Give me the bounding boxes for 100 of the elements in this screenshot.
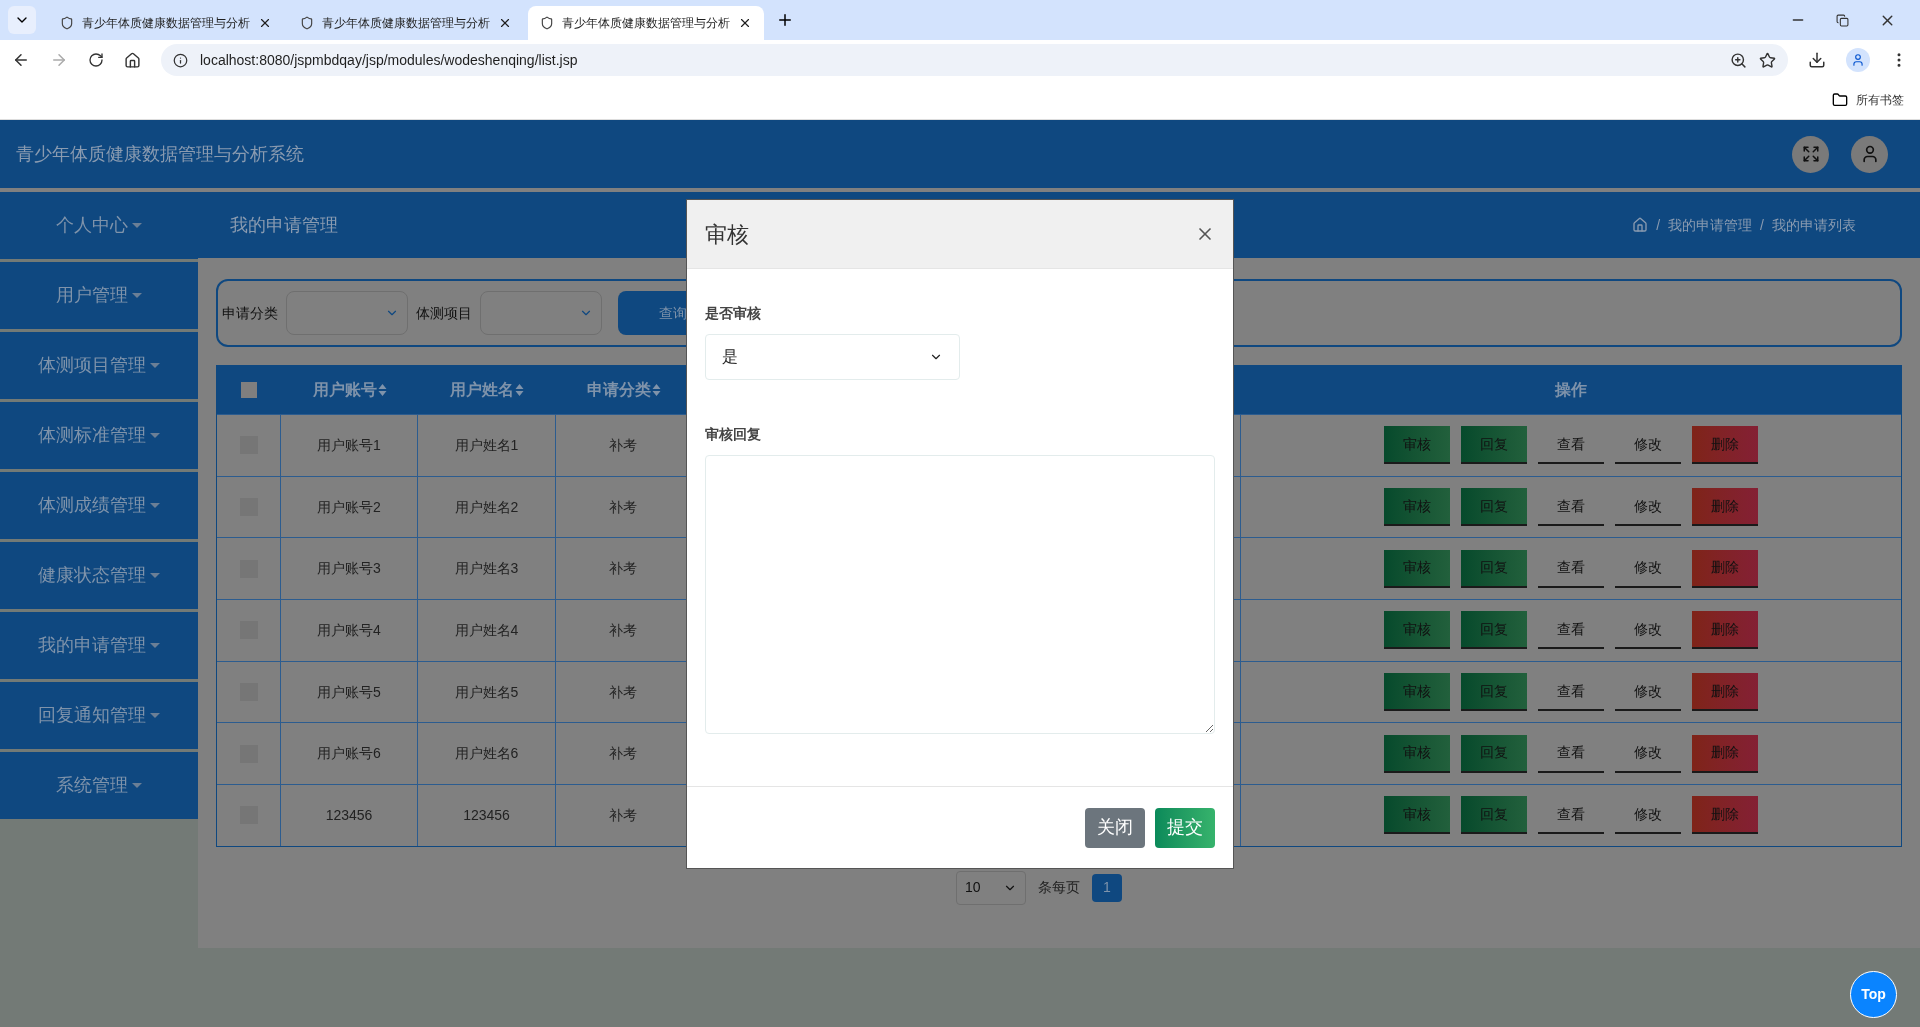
browser-tab[interactable]: 青少年体质健康数据管理与分析 [528, 6, 764, 40]
shield-icon [540, 16, 554, 30]
action-button[interactable]: 审核 [1384, 734, 1450, 773]
expand-icon [1801, 145, 1820, 163]
column-header[interactable]: 申请分类 [586, 378, 651, 402]
tab-search-button[interactable] [8, 6, 36, 34]
table-cell-text: 补考 [609, 744, 637, 764]
action-button[interactable]: 审核 [1384, 796, 1450, 835]
table-cell-text: 用户姓名4 [454, 620, 519, 640]
browser-tab[interactable]: 青少年体质健康数据管理与分析 [48, 6, 284, 40]
action-button[interactable]: 查看 [1538, 549, 1604, 588]
caret-icon [150, 503, 160, 508]
caret-icon [132, 293, 142, 298]
profile-icon[interactable] [1846, 48, 1870, 72]
action-button[interactable]: 审核 [1384, 611, 1450, 650]
new-tab-icon[interactable] [776, 11, 794, 29]
action-button[interactable]: 查看 [1538, 734, 1604, 773]
download-icon[interactable] [1808, 51, 1826, 69]
url-text: localhost:8080/jspmbdqay/jsp/modules/wodeshenqing/list.jsp [200, 50, 579, 70]
table-cell-text: 123456 [325, 805, 373, 825]
action-button[interactable]: 删除 [1692, 673, 1758, 712]
action-button[interactable]: 修改 [1615, 426, 1681, 465]
modal-title: 审核 [705, 220, 749, 249]
folder-icon[interactable] [1832, 91, 1848, 108]
action-button[interactable]: 查看 [1538, 673, 1604, 712]
info-icon[interactable] [173, 52, 188, 68]
page-button[interactable]: 1 [1092, 873, 1122, 902]
sort-icon[interactable] [377, 383, 387, 397]
close-icon[interactable] [738, 16, 752, 30]
breadcrumb-separator: / [1656, 215, 1661, 235]
close-icon[interactable] [258, 16, 272, 30]
back-icon[interactable] [12, 51, 30, 69]
page-size-select[interactable]: 10 [956, 870, 1026, 905]
action-button[interactable]: 审核 [1384, 426, 1450, 465]
action-button[interactable]: 审核 [1384, 488, 1450, 527]
table-cell-text: 用户姓名6 [454, 744, 519, 764]
sidebar-item[interactable]: 体测成绩管理 [0, 472, 198, 539]
action-button[interactable]: 删除 [1692, 611, 1758, 650]
action-button[interactable]: 查看 [1538, 796, 1604, 835]
sidebar-item[interactable]: 体测项目管理 [0, 332, 198, 399]
action-button[interactable]: 删除 [1692, 426, 1758, 465]
action-button[interactable]: 查看 [1538, 426, 1604, 465]
table-cell-text: 用户账号4 [317, 620, 381, 640]
address-bar[interactable]: localhost:8080/jspmbdqay/jsp/modules/wodeshenqing/list.jsp [161, 44, 1788, 76]
breadcrumb-link[interactable]: 我的申请管理 [1668, 214, 1753, 236]
close-icon[interactable] [498, 16, 512, 30]
action-button[interactable]: 修改 [1615, 488, 1681, 527]
caret-icon [150, 363, 160, 368]
browser-tab[interactable]: 青少年体质健康数据管理与分析 [288, 6, 524, 40]
modal-button[interactable]: 提交 [1155, 807, 1215, 848]
action-button[interactable]: 查看 [1538, 611, 1604, 650]
table-cell-text: 用户姓名2 [454, 497, 519, 517]
page-title: 我的申请管理 [230, 213, 338, 237]
audit-select[interactable]: 是 [705, 334, 960, 380]
column-header[interactable]: 用户姓名 [450, 378, 514, 402]
action-button[interactable]: 删除 [1692, 734, 1758, 773]
action-button[interactable]: 修改 [1615, 549, 1681, 588]
action-button[interactable]: 审核 [1384, 673, 1450, 712]
sidebar-item[interactable]: 用户管理 [0, 262, 198, 329]
bookmarks-label[interactable]: 所有书签 [1856, 90, 1904, 109]
sidebar-item[interactable]: 个人中心 [0, 192, 198, 259]
action-button[interactable]: 删除 [1692, 488, 1758, 527]
tab-title: 青少年体质健康数据管理与分析 [562, 15, 730, 32]
sidebar-item[interactable]: 回复通知管理 [0, 682, 198, 749]
action-button[interactable]: 删除 [1692, 549, 1758, 588]
sort-icon[interactable] [651, 383, 661, 397]
action-button[interactable]: 修改 [1615, 673, 1681, 712]
sidebar-item[interactable]: 体测标准管理 [0, 402, 198, 469]
action-button[interactable]: 修改 [1615, 796, 1681, 835]
breadcrumb-separator: / [1760, 215, 1764, 235]
sidebar-item[interactable]: 我的申请管理 [0, 612, 198, 679]
checkbox[interactable] [241, 382, 257, 398]
sidebar-item[interactable]: 健康状态管理 [0, 542, 198, 609]
shield-icon [300, 16, 314, 30]
caret-icon [132, 783, 142, 788]
sidebar-item[interactable]: 系统管理 [0, 752, 198, 819]
home-icon[interactable] [124, 51, 141, 69]
action-button[interactable]: 修改 [1615, 734, 1681, 773]
modal-button[interactable]: 关闭 [1085, 807, 1145, 848]
column-header[interactable]: 用户账号 [312, 378, 377, 402]
action-button[interactable]: 查看 [1538, 488, 1604, 527]
restore-icon[interactable] [1836, 13, 1849, 27]
table-cell-text: 用户姓名1 [454, 435, 519, 455]
caret-icon [150, 713, 160, 718]
star-icon[interactable] [1759, 51, 1776, 69]
table-cell-text: 补考 [609, 682, 637, 702]
action-button[interactable]: 审核 [1384, 549, 1450, 588]
sort-icon[interactable] [515, 383, 524, 397]
table-cell-text: 用户账号2 [317, 497, 381, 517]
zoom-icon[interactable] [1730, 51, 1747, 69]
reload-icon[interactable] [88, 52, 104, 68]
breadcrumb-link[interactable]: 我的申请列表 [1772, 214, 1856, 236]
caret-icon [132, 223, 142, 228]
table-cell-text: 补考 [609, 559, 637, 579]
action-button[interactable]: 删除 [1692, 796, 1758, 835]
table-cell-text: 用户账号6 [317, 744, 381, 764]
fullscreen-button[interactable] [1792, 135, 1829, 173]
user-button[interactable] [1851, 135, 1888, 173]
action-button[interactable]: 修改 [1615, 611, 1681, 650]
table-cell-text: 用户账号5 [317, 682, 381, 702]
